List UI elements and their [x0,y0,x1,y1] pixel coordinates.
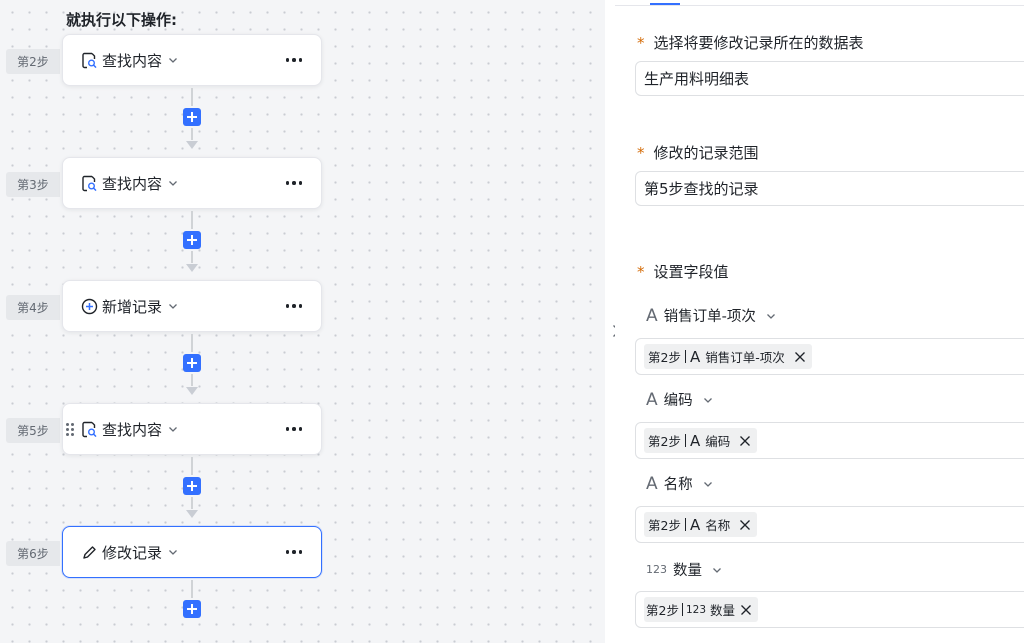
step-card-find[interactable]: 查找内容 [62,34,322,86]
range-select[interactable]: 第5步查找的记录 [635,171,1024,206]
close-icon[interactable] [740,604,752,616]
chevron-down-icon[interactable] [168,301,178,311]
value-tag[interactable]: 第2步 A 名称 [644,512,758,537]
step-row: 第4步 新增记录 [0,280,605,334]
text-type-icon: A [646,473,658,494]
text-type-icon: A [646,389,658,410]
value-tag[interactable]: 第2步 A 销售订单-项次 [644,344,812,369]
chevron-down-icon[interactable] [168,547,178,557]
step-row: 第6步 修改记录 [0,526,605,580]
set-values-label: * 设置字段值 [637,262,729,282]
number-type-icon: 123 [646,563,667,576]
connector-line [191,374,193,386]
step-name: 查找内容 [102,51,163,70]
value-tag[interactable]: 第2步 A 编码 [644,428,758,453]
add-step-button[interactable] [183,354,201,372]
chevron-down-icon[interactable] [168,178,178,188]
find-record-icon [80,174,98,192]
add-step-button[interactable] [183,231,201,249]
connector-line [191,251,193,263]
field-value-box[interactable]: 第2步 A 名称 [635,506,1024,543]
step-number-label: 第2步 [6,49,60,74]
step-number-label: 第4步 [6,295,60,320]
field-selector[interactable]: A 编码 [646,389,713,410]
config-panel: * 选择将要修改记录所在的数据表 生产用料明细表 * 修改的记录范围 第5步查找… [615,0,1024,643]
step-number-label: 第3步 [6,172,60,197]
close-icon[interactable] [739,519,751,531]
field-value-box[interactable]: 第2步 A 编码 [635,422,1024,459]
arrow-down-icon [186,264,198,272]
step-number-label: 第6步 [6,541,60,566]
connector-line [191,457,193,475]
more-options-icon[interactable] [283,541,305,563]
arrow-down-icon [186,141,198,149]
arrow-down-icon [186,510,198,518]
field-selector[interactable]: 123 数量 [646,559,722,580]
connector-line [191,128,193,140]
required-asterisk: * [637,262,645,281]
range-select-value: 第5步查找的记录 [644,180,759,198]
required-asterisk: * [637,33,645,52]
connector-line [191,211,193,229]
add-step-button[interactable] [183,477,201,495]
add-step-button[interactable] [183,600,201,618]
range-field-label: * 修改的记录范围 [637,143,759,163]
step-row: 第2步 查找内容 [0,34,605,88]
step-card-edit-record[interactable]: 修改记录 [62,526,322,578]
find-record-icon [80,51,98,69]
required-asterisk: * [637,143,645,162]
value-tag[interactable]: 第2步 123 数量 [644,597,759,622]
table-select-value: 生产用料明细表 [644,70,750,88]
connector-line [191,580,193,598]
step-name: 查找内容 [102,420,163,439]
connector-line [191,334,193,352]
step-name: 修改记录 [102,543,163,562]
step-card-add-record[interactable]: 新增记录 [62,280,322,332]
step-name: 新增记录 [102,297,163,316]
connector-line [191,88,193,106]
text-type-icon: A [689,347,701,366]
step-name: 查找内容 [102,174,163,193]
arrow-down-icon [186,387,198,395]
chevron-down-icon[interactable] [168,424,178,434]
chevron-down-icon[interactable] [703,395,713,405]
field-selector[interactable]: A 销售订单-项次 [646,305,776,326]
field-value-box[interactable]: 第2步 A 销售订单-项次 [635,338,1024,375]
chevron-down-icon[interactable] [703,479,713,489]
more-options-icon[interactable] [283,172,305,194]
text-type-icon: A [689,431,701,450]
drag-handle-icon[interactable] [66,421,76,437]
more-options-icon[interactable] [283,295,305,317]
close-icon[interactable] [794,351,806,363]
edit-pencil-icon [80,543,98,561]
add-circle-icon [80,297,98,315]
more-options-icon[interactable] [283,418,305,440]
text-type-icon: A [646,305,658,326]
workflow-canvas[interactable]: 就执行以下操作: 第2步 查找内容 第3步 查找内容 第4步 新增记录 第5步 … [0,0,605,643]
chevron-down-icon[interactable] [766,311,776,321]
chevron-down-icon[interactable] [712,565,722,575]
canvas-title: 就执行以下操作: [66,11,177,29]
step-number-label: 第5步 [6,418,60,443]
field-selector[interactable]: A 名称 [646,473,713,494]
connector-line [191,497,193,509]
field-value-box[interactable]: 第2步 123 数量 [635,591,1024,628]
add-step-button[interactable] [183,108,201,126]
step-row: 第3步 查找内容 [0,157,605,211]
divider [615,5,1024,6]
more-options-icon[interactable] [283,49,305,71]
table-select[interactable]: 生产用料明细表 [635,61,1024,96]
find-record-icon [80,420,98,438]
step-card-find[interactable]: 查找内容 [62,157,322,209]
close-icon[interactable] [739,435,751,447]
step-row: 第5步 查找内容 [0,403,605,457]
text-type-icon: A [689,515,701,534]
step-card-find[interactable]: 查找内容 [62,403,322,455]
number-type-icon: 123 [685,603,706,616]
table-field-label: * 选择将要修改记录所在的数据表 [637,33,864,53]
chevron-down-icon[interactable] [168,55,178,65]
